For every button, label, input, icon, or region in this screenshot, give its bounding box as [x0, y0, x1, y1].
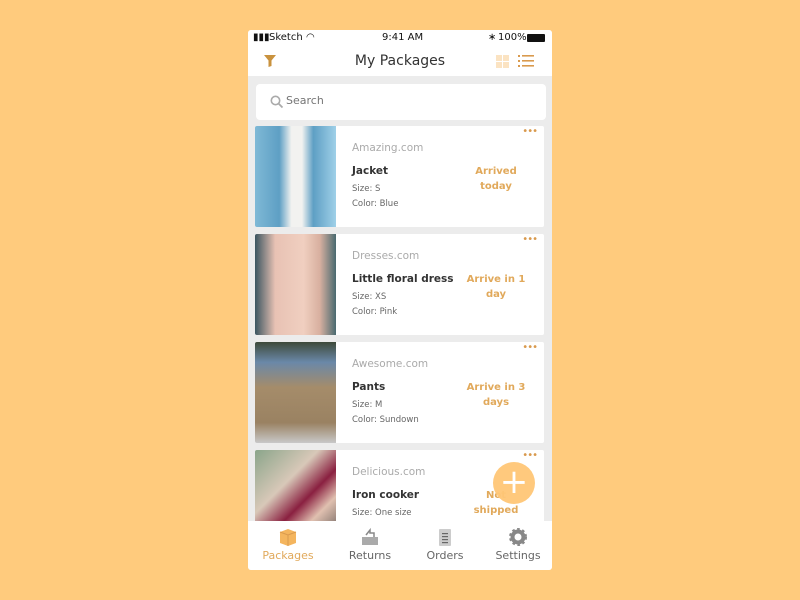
- tab-settings[interactable]: Settings: [480, 521, 552, 570]
- tab-orders[interactable]: Orders: [407, 521, 483, 570]
- clipboard-icon: [439, 529, 451, 546]
- battery-level: 100%: [498, 32, 527, 43]
- search-input[interactable]: [286, 94, 526, 107]
- list-view-icon[interactable]: [518, 55, 534, 69]
- tab-packages[interactable]: Packages: [250, 521, 326, 570]
- tab-label: Settings: [495, 549, 541, 562]
- item-size: Size: One size: [352, 508, 412, 518]
- store-name: Amazing.com: [352, 142, 424, 154]
- wifi-icon: ◠: [306, 32, 315, 43]
- item-name: Jacket: [352, 165, 389, 177]
- more-icon[interactable]: •••: [522, 126, 538, 137]
- item-color: Color: Blue: [352, 199, 399, 209]
- battery-icon: [527, 34, 545, 42]
- gear-icon: [509, 528, 527, 546]
- package-icon: [279, 529, 297, 546]
- tab-label: Orders: [426, 549, 464, 562]
- signal-icon: ▮▮▮: [253, 32, 270, 43]
- package-image: [255, 342, 336, 443]
- delivery-status: Arrived today: [475, 166, 517, 192]
- more-icon[interactable]: •••: [522, 342, 538, 353]
- tab-bar: Packages Returns Orders Settings: [248, 521, 552, 570]
- carrier: Sketch: [269, 32, 303, 43]
- item-name: Pants: [352, 381, 386, 393]
- delivery-status: Arrive in 3 days: [466, 382, 526, 408]
- package-image: [255, 126, 336, 227]
- package-card[interactable]: Awesome.com Pants Size: M Color: Sundown…: [255, 342, 544, 443]
- more-icon[interactable]: •••: [522, 450, 538, 461]
- package-card[interactable]: Amazing.com Jacket Size: S Color: Blue A…: [255, 126, 544, 227]
- search-icon: [270, 95, 284, 109]
- header: My Packages: [248, 46, 552, 76]
- search-bar[interactable]: [256, 84, 546, 120]
- phone-screen: ▮▮▮ Sketch ◠ 9:41 AM ∗ 100% My Packages …: [248, 30, 552, 570]
- return-icon: [362, 527, 378, 545]
- store-name: Dresses.com: [352, 250, 420, 262]
- item-color: Color: Pink: [352, 307, 398, 317]
- tab-returns[interactable]: Returns: [332, 521, 408, 570]
- time: 9:41 AM: [382, 32, 424, 43]
- store-name: Delicious.com: [352, 466, 426, 478]
- item-name: Iron cooker: [352, 489, 420, 501]
- item-size: Size: S: [352, 184, 381, 194]
- delivery-status: Arrive in 1 day: [466, 274, 526, 300]
- store-name: Awesome.com: [352, 358, 429, 370]
- item-name: Little floral dress: [352, 273, 454, 285]
- package-image: [255, 234, 336, 335]
- more-icon[interactable]: •••: [522, 234, 538, 245]
- item-size: Size: M: [352, 400, 383, 410]
- tab-label: Returns: [348, 549, 392, 562]
- add-package-button[interactable]: +: [493, 462, 535, 504]
- item-size: Size: XS: [352, 292, 387, 302]
- status-bar: ▮▮▮ Sketch ◠ 9:41 AM ∗ 100%: [248, 30, 552, 46]
- tab-label: Packages: [262, 549, 314, 562]
- package-card[interactable]: Dresses.com Little floral dress Size: XS…: [255, 234, 544, 335]
- item-color: Color: Sundown: [352, 415, 419, 425]
- bluetooth-icon: ∗: [488, 32, 497, 43]
- grid-view-icon[interactable]: [496, 55, 510, 69]
